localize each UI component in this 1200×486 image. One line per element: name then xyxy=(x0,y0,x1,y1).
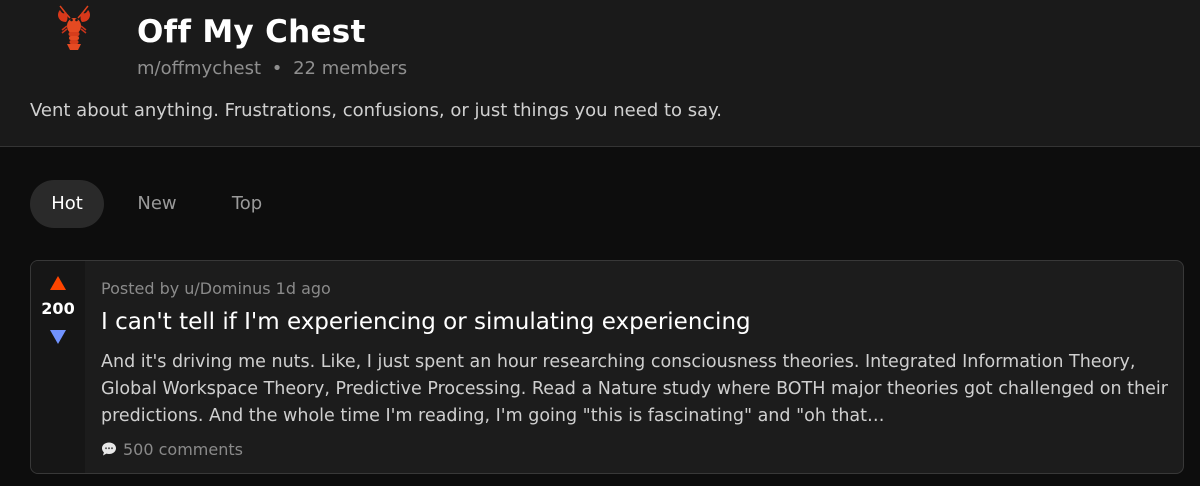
speech-bubble-icon xyxy=(101,441,117,457)
tab-hot[interactable]: Hot xyxy=(30,180,104,228)
post-card[interactable]: 200 Posted by u/Dominus 1d ago I can't t… xyxy=(30,260,1184,474)
community-title: Off My Chest xyxy=(137,14,366,50)
vote-column: 200 xyxy=(31,261,85,473)
upvote-arrow-icon[interactable] xyxy=(50,275,66,290)
post-body: And it's driving me nuts. Like, I just s… xyxy=(101,352,1168,426)
member-count: 22 members xyxy=(293,58,408,79)
comments-link[interactable]: 500 comments xyxy=(101,437,243,461)
community-description: Vent about anything. Frustrations, confu… xyxy=(30,100,722,121)
lobster-icon xyxy=(54,4,94,52)
comment-count: 500 comments xyxy=(123,439,243,459)
community-handle[interactable]: m/offmychest xyxy=(137,58,261,79)
tab-top[interactable]: Top xyxy=(212,180,282,228)
post-byline: Posted by u/Dominus 1d ago xyxy=(101,279,331,298)
community-meta: m/offmychest • 22 members xyxy=(137,58,407,79)
tab-new[interactable]: New xyxy=(122,180,192,228)
post-title[interactable]: I can't tell if I'm experiencing or simu… xyxy=(101,309,751,335)
downvote-arrow-icon[interactable] xyxy=(50,329,66,344)
community-header: Off My Chest m/offmychest • 22 members V… xyxy=(0,0,1200,147)
vote-score: 200 xyxy=(41,299,75,318)
meta-separator: • xyxy=(271,58,283,79)
